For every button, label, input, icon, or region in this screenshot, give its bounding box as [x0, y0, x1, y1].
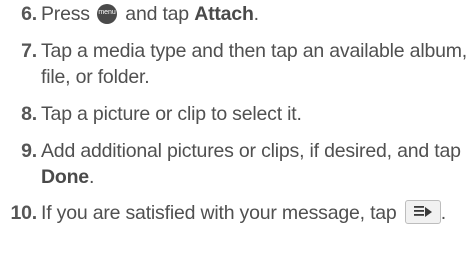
step-text: Tap a picture or clip to select it. [41, 103, 302, 125]
step-text-post: . [88, 166, 95, 188]
step-number: 9. [21, 140, 37, 162]
step-number: 7. [21, 40, 37, 62]
step-number: 6. [21, 3, 37, 25]
step-text-pre: Add additional pictures or clips, if des… [41, 140, 461, 162]
menu-key-icon-label: menu [98, 9, 116, 16]
step-text-post: . [253, 3, 259, 25]
step-text: Add additional pictures or clips, if des… [41, 138, 469, 190]
attach-label: Attach [194, 3, 254, 25]
send-glyph [413, 206, 432, 217]
send-message-icon [404, 200, 441, 224]
step-number: 10. [10, 202, 37, 224]
step-text-pre: Press [41, 3, 90, 25]
step-text-mid: and tap [125, 3, 189, 25]
step-text: Tap a media type and then tap an availab… [41, 40, 467, 88]
done-label: Done [41, 166, 89, 188]
step-text-pre: If you are satisfied with your message, … [41, 202, 397, 224]
menu-key-icon: menu [97, 4, 118, 24]
step-text: If you are satisfied with your message, … [41, 200, 469, 226]
step-number: 8. [21, 103, 37, 125]
step-text-post: . [440, 202, 447, 224]
step-text: Press menu and tap Attach. [41, 1, 469, 27]
